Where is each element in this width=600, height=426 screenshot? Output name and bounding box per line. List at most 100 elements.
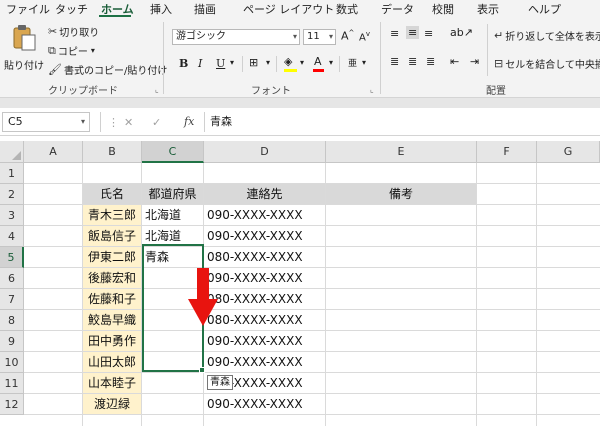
tab-data[interactable]: データ [381,1,414,17]
insert-function-button[interactable]: fx [184,115,194,128]
row-header-6[interactable]: 6 [0,268,24,289]
dialog-launcher-icon[interactable]: ⌞ [155,85,159,94]
tab-draw[interactable]: 描画 [194,1,216,17]
borders-icon[interactable]: ⊞ [249,56,258,69]
column-header-a[interactable]: A [24,141,83,163]
table-header-prefecture[interactable]: 都道府県 [142,184,203,204]
row-header-8[interactable]: 8 [0,310,24,331]
tab-review[interactable]: 校閲 [432,1,454,17]
decrease-indent-icon[interactable]: ⇤ [450,55,459,68]
table-cell-prefecture[interactable] [142,394,203,414]
font-size-select[interactable]: 11 ▾ [303,29,336,45]
column-header-g[interactable]: G [537,141,600,163]
row-header-9[interactable]: 9 [0,331,24,352]
merge-center-button[interactable]: ⊟ セルを結合して中央揃 [494,56,600,71]
table-cell-name[interactable]: 佐藤和子 [83,289,141,309]
table-cell-name[interactable]: 山本睦子 [83,373,141,393]
align-middle-icon[interactable]: ≡ [406,26,420,39]
formula-input[interactable]: 青森 [210,112,598,132]
row-header-2[interactable]: 2 [0,184,24,205]
tab-touch[interactable]: タッチ [55,1,88,17]
table-cell-prefecture[interactable]: 北海道 [142,226,203,246]
align-bottom-icon[interactable]: ≡ [424,27,433,40]
shrink-font-button[interactable]: Av [359,30,370,43]
table-cell-name[interactable]: 青木三郎 [83,205,141,225]
cut-button[interactable]: ✂ 切り取り [48,24,99,39]
table-cell-contact[interactable]: 090-XXXX-XXXX [204,268,325,288]
increase-indent-icon[interactable]: ⇥ [470,55,479,68]
table-cell-name[interactable]: 渡辺緑 [83,394,141,414]
fill-color-button[interactable]: ◈ [284,55,298,73]
table-cell-prefecture[interactable] [142,331,203,351]
row-header-7[interactable]: 7 [0,289,24,310]
table-cell-contact[interactable]: 080-XXXX-XXXX [204,289,325,309]
column-header-b[interactable]: B [83,141,142,163]
table-cell-contact[interactable]: 090-XXXX-XXXX [204,352,325,372]
column-header-f[interactable]: F [477,141,537,163]
table-cell-name[interactable]: 鮫島早織 [83,310,141,330]
paste-button[interactable]: 貼り付け [4,24,44,74]
table-header-notes[interactable]: 備考 [326,184,476,204]
table-header-contact[interactable]: 連絡先 [204,184,325,204]
table-cell-name[interactable]: 田中勇作 [83,331,141,351]
tab-file[interactable]: ファイル [6,1,50,17]
tab-view[interactable]: 表示 [477,1,499,17]
active-cell[interactable]: 青森 [142,247,203,267]
row-header-12[interactable]: 12 [0,394,24,415]
table-cell-contact[interactable]: 080-XXXX-XXXX [204,310,325,330]
align-center-icon[interactable]: ≣ [408,55,417,68]
phonetic-guide-button[interactable]: 亜 [348,56,357,69]
table-cell-contact[interactable]: 090-XXXX-XXXX [204,331,325,351]
select-all-button[interactable] [0,141,24,163]
align-right-icon[interactable]: ≣ [426,55,435,68]
worksheet-grid[interactable]: A B C D E F G 1 2 3 4 5 6 7 8 9 10 11 12… [0,141,600,426]
table-cell-contact[interactable]: 090-XXXX-XXXX [204,394,325,414]
copy-button[interactable]: ⧉ コピー ▾ [48,43,95,59]
table-cell-prefecture[interactable] [142,373,203,393]
format-painter-button[interactable]: 🖌 書式のコピー/貼り付け [48,62,167,77]
font-name-select[interactable]: 游ゴシック ▾ [172,29,300,45]
align-left-icon[interactable]: ≣ [390,55,399,68]
chevron-down-icon[interactable]: ▾ [362,58,366,67]
tab-help[interactable]: ヘルプ [528,1,561,17]
grow-font-button[interactable]: A^ [341,29,354,43]
table-cell-name[interactable]: 山田太郎 [83,352,141,372]
chevron-down-icon[interactable]: ▾ [329,58,333,67]
font-color-button[interactable]: A [313,55,325,73]
row-header-3[interactable]: 3 [0,205,24,226]
wrap-text-button[interactable]: ↵ 折り返して全体を表示 [494,28,600,43]
table-cell-contact[interactable]: 090-XXXX-XXXX [204,226,325,246]
align-top-icon[interactable]: ≡ [390,27,399,40]
table-cell-contact[interactable]: 090-XXXX-XXXX [204,205,325,225]
check-icon[interactable]: ✓ [152,116,161,129]
chevron-down-icon[interactable]: ▾ [300,58,304,67]
table-header-name[interactable]: 氏名 [83,184,141,204]
tab-page-layout[interactable]: ページ レイアウト [243,1,334,17]
name-box[interactable]: C5 ▾ [2,112,90,132]
row-header-4[interactable]: 4 [0,226,24,247]
row-header-1[interactable]: 1 [0,163,24,184]
table-cell-contact[interactable]: 080-XXXX-XXXX [204,247,325,267]
italic-button[interactable]: I [198,57,202,70]
fill-handle[interactable] [199,367,205,373]
orientation-icon[interactable]: ab↗ [450,26,473,39]
row-header-10[interactable]: 10 [0,352,24,373]
column-header-e[interactable]: E [326,141,477,163]
row-header-11[interactable]: 11 [0,373,24,394]
tab-formulas[interactable]: 数式 [336,1,358,17]
column-header-c[interactable]: C [142,141,204,163]
chevron-down-icon[interactable]: ▾ [230,58,234,67]
table-cell-prefecture[interactable]: 北海道 [142,205,203,225]
row-header-5[interactable]: 5 [0,247,24,268]
dialog-launcher-icon[interactable]: ⌞ [370,85,374,94]
table-cell-name[interactable]: 飯島信子 [83,226,141,246]
bold-button[interactable]: B [179,57,188,70]
chevron-down-icon[interactable]: ▾ [266,58,270,67]
tab-insert[interactable]: 挿入 [150,1,172,17]
table-cell-name[interactable]: 後藤宏和 [83,268,141,288]
underline-button[interactable]: U [216,57,225,70]
table-cell-name[interactable]: 伊東二郎 [83,247,141,267]
column-header-d[interactable]: D [204,141,326,163]
table-cell-prefecture[interactable] [142,352,203,372]
cancel-icon[interactable]: ✕ [124,116,133,129]
